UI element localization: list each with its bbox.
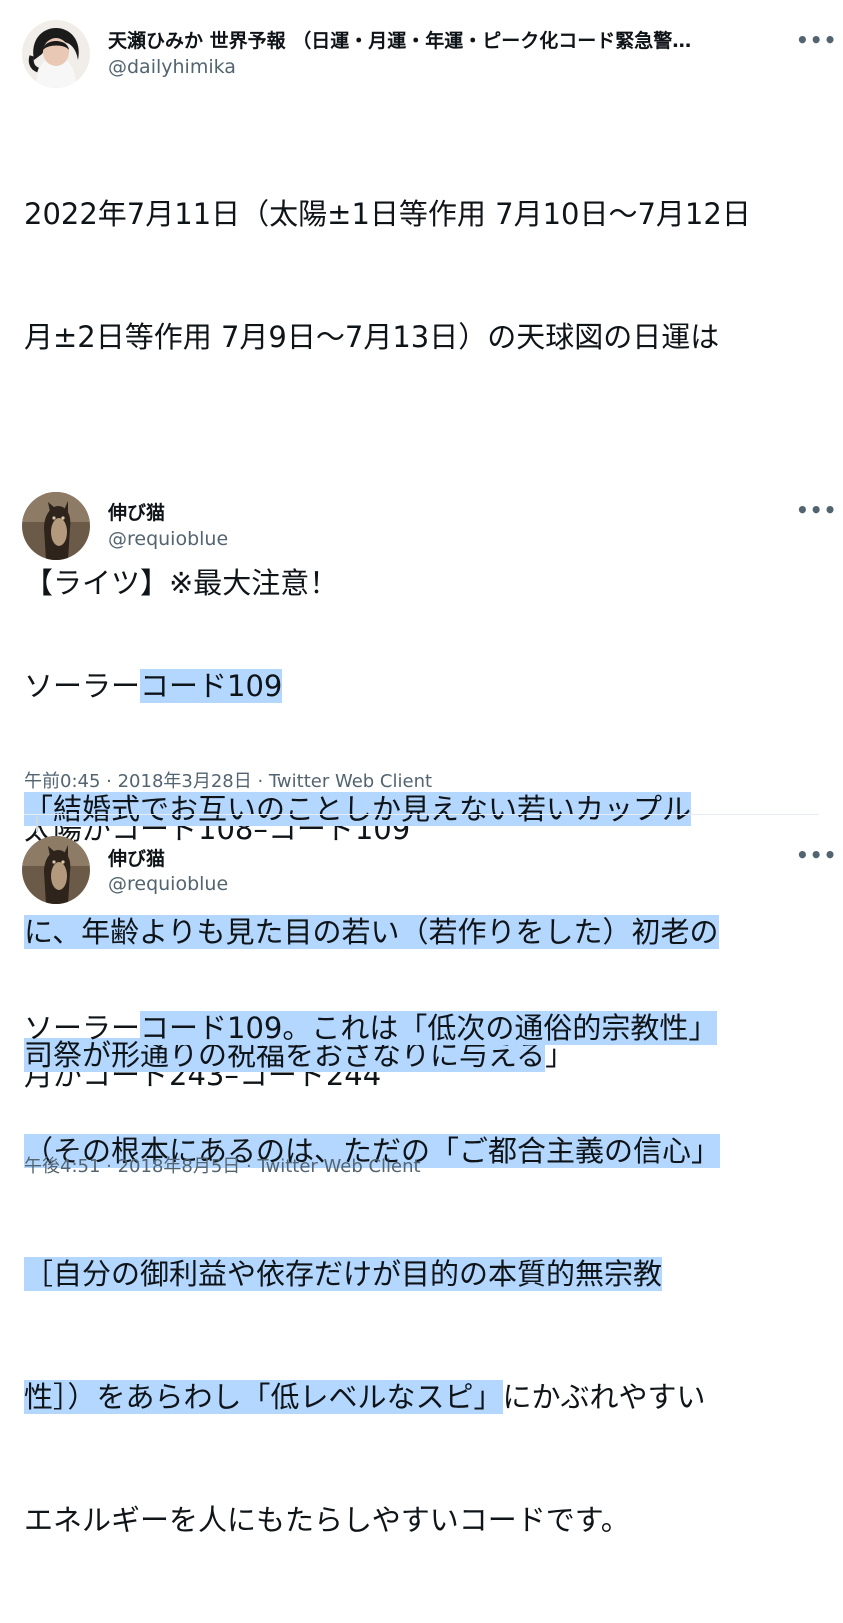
avatar-image (22, 836, 90, 904)
author-handle[interactable]: @requioblue (108, 873, 228, 895)
tweet-text-plain: にかぶれやすい (502, 1380, 706, 1414)
tweet-divider (24, 814, 819, 815)
author-avatar[interactable] (22, 20, 90, 88)
tweet-text-line: 2022年7月11日（太陽±1日等作用 7月10日〜7月12日 (24, 197, 751, 231)
tweet-text-plain: エネルギーを人にもたらしやすいコードです。 (24, 1503, 630, 1537)
thread-connector (36, 816, 38, 832)
tweet-timestamp[interactable]: 午前0:45 · 2018年3月28日 · Twitter Web Client (24, 767, 432, 793)
author-avatar[interactable] (22, 836, 90, 904)
highlighted-text: コード109 (140, 669, 283, 703)
tweet-text-plain: ソーラー (24, 1011, 141, 1045)
author-name[interactable]: 伸び猫 (108, 844, 165, 871)
avatar-image (22, 492, 90, 560)
tweet-text-line: 月±2日等作用 7月9日〜7月13日）の天球図の日運は (24, 320, 720, 354)
avatar-image (22, 20, 90, 88)
tweet-text-plain: ソーラー (24, 669, 141, 703)
highlighted-text: ［自分の御利益や依存だけが目的の本質的無宗教 (24, 1257, 663, 1291)
tweet-text: ソーラーコード109。これは「低次の通俗的宗教性」 （その根本にあるのは、ただの… (24, 926, 721, 1623)
tweet-timestamp[interactable]: 午後4:51 · 2018年8月5日 · Twitter Web Client (24, 1152, 421, 1178)
author-avatar[interactable] (22, 492, 90, 560)
highlighted-text: コード109。これは「低次の通俗的宗教性」 (140, 1011, 718, 1045)
more-options-icon[interactable]: ••• (796, 843, 837, 867)
more-options-icon[interactable]: ••• (796, 498, 837, 522)
author-handle[interactable]: @requioblue (108, 528, 228, 550)
author-name[interactable]: 天瀬ひみか 世界予報 （日運・月運・年運・ピーク化コード緊急警… (108, 26, 758, 53)
highlighted-text: 性］）をあらわし「低レベルなスピ」 (24, 1380, 503, 1414)
highlighted-text: 「結婚式でお互いのことしか見えない若いカップル (24, 792, 692, 826)
author-name[interactable]: 伸び猫 (108, 498, 165, 525)
more-options-icon[interactable]: ••• (796, 28, 837, 52)
author-handle[interactable]: @dailyhimika (108, 56, 236, 78)
